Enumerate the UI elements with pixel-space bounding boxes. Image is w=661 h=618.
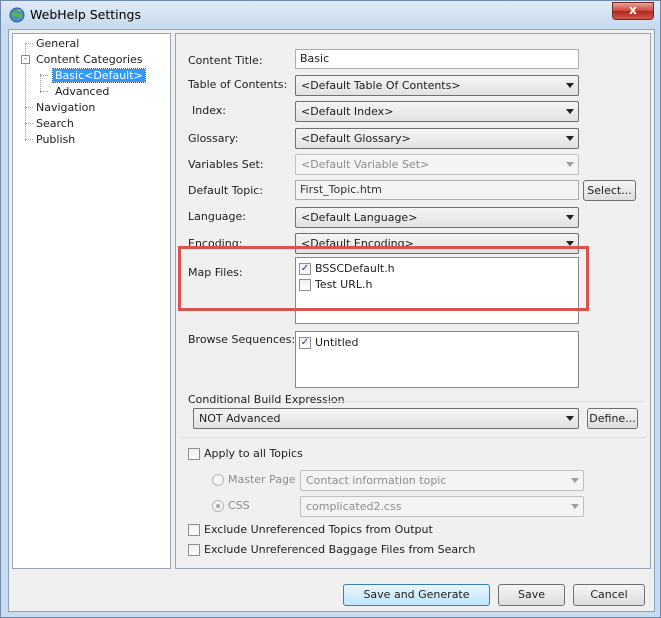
tree-item-navigation[interactable]: Navigation [36, 101, 95, 114]
chevron-down-icon [571, 504, 579, 509]
glossary-value: <Default Glossary> [301, 132, 411, 145]
tree-line [40, 75, 48, 76]
tree-item-publish[interactable]: Publish [36, 133, 75, 146]
index-value: <Default Index> [301, 105, 394, 118]
conditional-build-label: Conditional Build Expression [188, 393, 345, 406]
define-button[interactable]: Define... [587, 408, 638, 429]
css-radio[interactable] [212, 500, 224, 512]
tree-item-advanced[interactable]: Advanced [55, 85, 109, 98]
map-files-highlight [178, 246, 589, 311]
toc-select[interactable]: <Default Table Of Contents> [295, 75, 579, 96]
group-divider [324, 401, 644, 402]
exclude-topics-checkbox[interactable] [188, 524, 200, 536]
save-button[interactable]: Save [498, 584, 565, 606]
language-label: Language: [188, 210, 246, 223]
browse-sequences-list[interactable]: ✓ Untitled [295, 331, 579, 388]
index-select[interactable]: <Default Index> [295, 101, 579, 122]
chevron-down-icon [571, 478, 579, 483]
toc-label: Table of Contents: [188, 78, 288, 91]
select-topic-button[interactable]: Select... [583, 180, 636, 201]
master-page-select[interactable]: Contact information topic [300, 470, 584, 491]
tree-line [25, 123, 33, 124]
language-value: <Default Language> [301, 211, 418, 224]
exclude-baggage-checkbox[interactable] [188, 544, 200, 556]
tree-line [25, 139, 33, 140]
dialog-client-area: General - Content Categories Basic<Defau… [8, 29, 655, 612]
css-label: CSS [228, 499, 250, 512]
chevron-down-icon [566, 215, 574, 220]
title-bar[interactable]: WebHelp Settings x [1, 1, 660, 29]
settings-tree: General - Content Categories Basic<Defau… [12, 33, 171, 569]
chevron-down-icon [566, 136, 574, 141]
settings-panel: Content Title: Basic Table of Contents: … [175, 33, 651, 569]
exclude-baggage-label: Exclude Unreferenced Baggage Files from … [204, 543, 476, 556]
group-divider [180, 437, 646, 438]
collapse-toggle[interactable]: - [21, 55, 30, 64]
chevron-down-icon [566, 416, 574, 421]
minus-icon: - [24, 54, 27, 63]
conditional-build-value: NOT Advanced [199, 412, 281, 425]
apply-all-topics-label: Apply to all Topics [204, 447, 303, 460]
toc-value: <Default Table Of Contents> [301, 79, 461, 92]
browse-sequences-label: Browse Sequences: [188, 333, 296, 346]
browse-sequence-checkbox[interactable]: ✓ [299, 337, 311, 349]
glossary-select[interactable]: <Default Glossary> [295, 128, 579, 149]
globe-icon [9, 7, 25, 23]
tree-line [25, 107, 33, 108]
exclude-topics-label: Exclude Unreferenced Topics from Output [204, 523, 433, 536]
tree-item-basic-default[interactable]: Basic<Default> [52, 68, 146, 83]
tree-line [25, 43, 33, 44]
apply-all-topics-checkbox[interactable] [188, 448, 200, 460]
language-select[interactable]: <Default Language> [295, 207, 579, 228]
close-button[interactable]: x [612, 2, 654, 20]
default-topic-label: Default Topic: [188, 184, 264, 197]
content-title-input[interactable]: Basic [295, 49, 579, 69]
default-topic-input[interactable]: First_Topic.htm [295, 180, 579, 200]
chevron-down-icon [566, 162, 574, 167]
window-title: WebHelp Settings [30, 7, 141, 22]
chevron-down-icon [566, 83, 574, 88]
index-label: Index: [192, 104, 226, 117]
conditional-build-select[interactable]: NOT Advanced [193, 408, 579, 429]
master-page-label: Master Page [228, 473, 296, 486]
glossary-label: Glossary: [188, 132, 239, 145]
variables-set-label: Variables Set: [188, 158, 264, 171]
tree-item-content-categories[interactable]: Content Categories [36, 53, 143, 66]
variables-set-select[interactable]: <Default Variable Set> [295, 154, 579, 175]
tree-item-search[interactable]: Search [36, 117, 74, 130]
tree-item-general[interactable]: General [36, 37, 79, 50]
css-select[interactable]: complicated2.css [300, 496, 584, 517]
css-value: complicated2.css [306, 500, 402, 513]
close-icon: x [629, 3, 637, 17]
master-page-value: Contact information topic [306, 474, 447, 487]
tree-line [40, 91, 48, 92]
chevron-down-icon [566, 109, 574, 114]
master-page-radio[interactable] [212, 474, 224, 486]
content-title-label: Content Title: [188, 54, 263, 67]
cancel-button[interactable]: Cancel [573, 584, 645, 606]
browse-sequence-label: Untitled [315, 336, 359, 349]
radio-dot-icon [216, 504, 220, 508]
check-icon: ✓ [300, 337, 310, 348]
save-and-generate-button[interactable]: Save and Generate [343, 584, 490, 606]
webhelp-settings-window: WebHelp Settings x General - Content Cat… [0, 0, 661, 618]
variables-set-value: <Default Variable Set> [301, 158, 430, 171]
